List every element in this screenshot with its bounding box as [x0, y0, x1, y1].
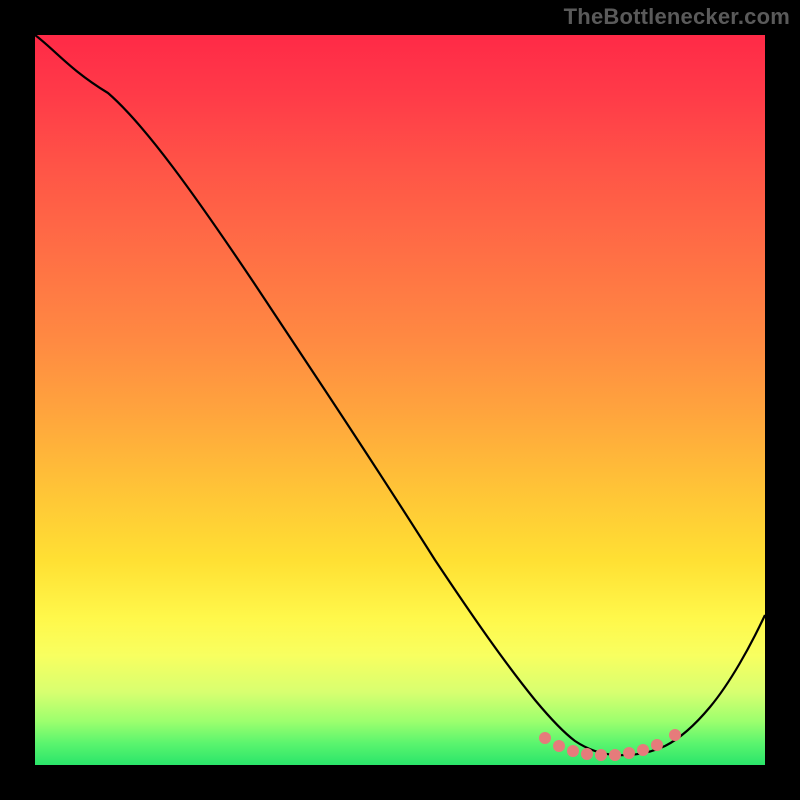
highlight-band — [539, 729, 681, 761]
curve-layer — [35, 35, 765, 765]
plot-area — [35, 35, 765, 765]
chart-frame: TheBottlenecker.com — [0, 0, 800, 800]
bottleneck-curve — [35, 35, 765, 755]
attribution-text: TheBottlenecker.com — [564, 4, 790, 30]
